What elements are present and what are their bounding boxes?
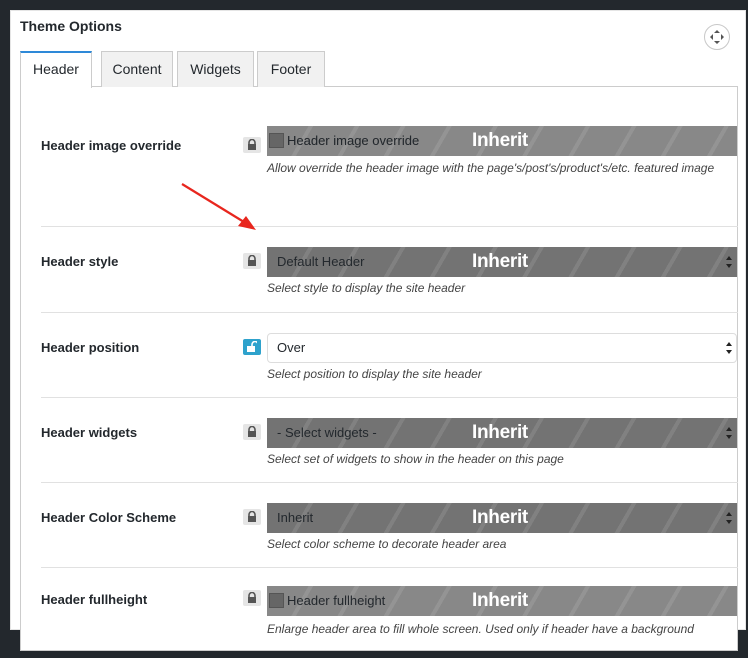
panel-title: Theme Options: [20, 18, 122, 34]
lock-icon[interactable]: [243, 253, 261, 269]
select-arrows-icon: [726, 512, 732, 524]
tab-bar: Header Content Widgets Footer: [20, 51, 738, 88]
option-description: Select position to display the site head…: [267, 367, 482, 381]
checkbox-box: [269, 133, 284, 148]
option-description: Select set of widgets to show in the hea…: [267, 452, 564, 466]
inherit-text: Inherit: [472, 130, 528, 151]
option-row-header-style: Header style Default Header Inherit Sele…: [41, 227, 738, 313]
annotation-arrow-icon: [181, 183, 256, 230]
option-row-header-widgets: Header widgets - Select widgets - Inheri…: [41, 398, 738, 483]
select-arrows-icon: [726, 427, 732, 439]
select-value: - Select widgets -: [277, 425, 377, 440]
tab-widgets[interactable]: Widgets: [177, 51, 254, 87]
select-box[interactable]: [267, 333, 737, 363]
header-image-override-control[interactable]: Header image override Header image overr…: [267, 126, 737, 156]
expand-arrows-icon: [710, 30, 724, 44]
option-label: Header style: [41, 254, 119, 269]
option-description: Select style to display the site header: [267, 281, 466, 295]
option-label: Header position: [41, 340, 140, 355]
select-arrows-icon: [726, 256, 732, 268]
unlock-icon[interactable]: [243, 339, 261, 355]
header-fullheight-checkbox[interactable]: [269, 593, 284, 608]
select-value: Default Header: [277, 254, 365, 269]
header-fullheight-control[interactable]: Header fullheight Inherit: [267, 586, 737, 616]
theme-options-panel: Theme Options Header Content Widgets Foo…: [10, 10, 746, 651]
header-color-scheme-select[interactable]: Inherit Inherit: [267, 503, 737, 533]
header-widgets-select[interactable]: - Select widgets - Inherit: [267, 418, 737, 448]
inherit-text: Inherit: [472, 422, 528, 443]
option-row-header-fullheight: Header fullheight Header fullheight Inhe…: [41, 568, 738, 658]
lock-icon[interactable]: [243, 137, 261, 153]
select-value: Over: [277, 340, 306, 355]
lock-icon[interactable]: [243, 424, 261, 440]
option-description: Enlarge header area to fill whole screen…: [267, 622, 694, 636]
option-row-header-color-scheme: Header Color Scheme Inherit Inherit Sele…: [41, 483, 738, 568]
tab-footer[interactable]: Footer: [257, 51, 325, 87]
checkbox-label-overlay: Header image override: [287, 133, 420, 148]
header-style-select[interactable]: Default Header Inherit: [267, 247, 737, 277]
option-description: Select color scheme to decorate header a…: [267, 537, 507, 551]
option-label: Header widgets: [41, 425, 138, 440]
lock-icon[interactable]: [243, 590, 261, 606]
tab-content[interactable]: Content: [101, 51, 173, 87]
inherit-text: Inherit: [472, 507, 528, 528]
option-label: Header fullheight: [41, 592, 148, 607]
checkbox-label: Header fullheight: [287, 593, 386, 608]
tabs-container: Header Content Widgets Footer Header ima…: [20, 51, 738, 651]
tab-header[interactable]: Header: [20, 51, 92, 88]
header-position-select[interactable]: Over: [267, 333, 737, 363]
option-description: Allow override the header image with the…: [267, 161, 715, 175]
inherit-text: Inherit: [472, 251, 528, 272]
select-arrows-icon: [726, 342, 732, 354]
option-row-header-image-override: Header image override Header image overr…: [41, 122, 738, 227]
lock-icon[interactable]: [243, 509, 261, 525]
option-label: Header image override: [41, 138, 182, 153]
option-label: Header Color Scheme: [41, 510, 177, 525]
inherit-text: Inherit: [472, 590, 528, 611]
select-value: Inherit: [277, 510, 314, 525]
expand-toggle-button[interactable]: [704, 24, 730, 50]
option-row-header-position: Header position Over Select position to …: [41, 313, 738, 398]
